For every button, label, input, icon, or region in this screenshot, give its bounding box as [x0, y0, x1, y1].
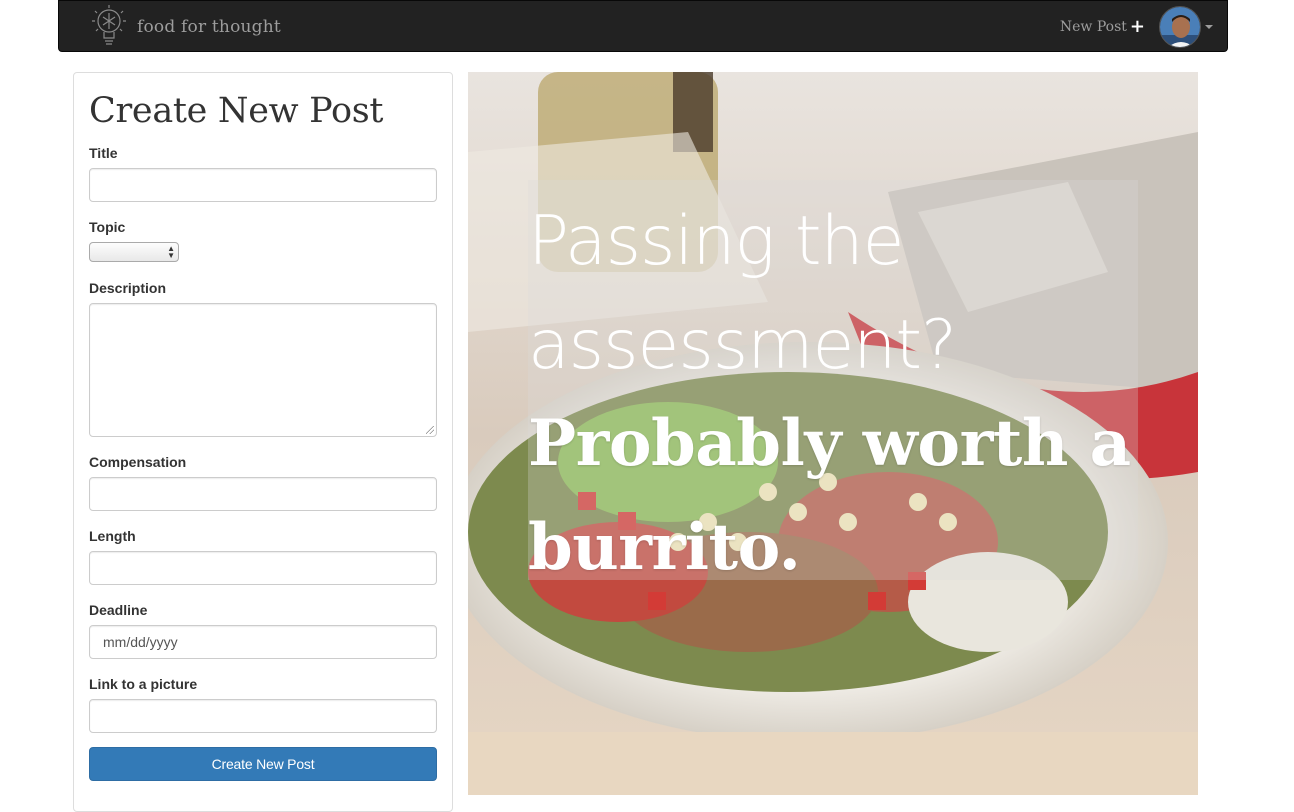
deadline-label: Deadline — [89, 602, 148, 618]
resize-grip-icon[interactable] — [426, 426, 434, 434]
new-post-label: New Post — [1059, 19, 1127, 35]
hero-tagline: Probably worth a burrito. — [528, 406, 1131, 585]
form-title: Create New Post — [89, 91, 384, 131]
hero-headline: Passing the assessment? — [528, 202, 957, 385]
new-post-link[interactable]: New Post + — [1060, 18, 1145, 36]
create-post-button[interactable]: Create New Post — [89, 747, 437, 781]
deadline-input[interactable]: mm/dd/yyyy — [89, 625, 437, 659]
compensation-label: Compensation — [89, 454, 187, 470]
hero-banner: Passing the assessment? Probably worth a… — [468, 72, 1198, 795]
create-post-panel: Create New Post Title Topic ▲ ▼ Descripti… — [73, 72, 453, 812]
topic-label: Topic — [89, 219, 126, 235]
select-arrows-icon: ▲ ▼ — [167, 244, 175, 260]
brand-name: food for thought — [137, 17, 281, 37]
picture-link-label: Link to a picture — [89, 676, 198, 692]
navbar: food for thought New Post + — [58, 0, 1228, 52]
title-label: Title — [89, 145, 118, 161]
compensation-input[interactable] — [89, 477, 437, 511]
length-label: Length — [89, 528, 136, 544]
brand[interactable]: food for thought — [87, 3, 281, 51]
caret-down-icon — [1205, 25, 1213, 29]
topic-select[interactable]: ▲ ▼ — [89, 242, 179, 262]
avatar — [1159, 6, 1201, 48]
lightbulb-logo-icon — [92, 5, 126, 45]
nav-right: New Post + — [1060, 1, 1213, 53]
user-menu-toggle[interactable] — [1159, 6, 1213, 48]
length-input[interactable] — [89, 551, 437, 585]
description-textarea[interactable] — [89, 303, 437, 437]
deadline-placeholder: mm/dd/yyyy — [103, 634, 178, 650]
title-input[interactable] — [89, 168, 437, 202]
description-label: Description — [89, 280, 167, 296]
plus-icon: + — [1129, 16, 1145, 37]
picture-link-input[interactable] — [89, 699, 437, 733]
